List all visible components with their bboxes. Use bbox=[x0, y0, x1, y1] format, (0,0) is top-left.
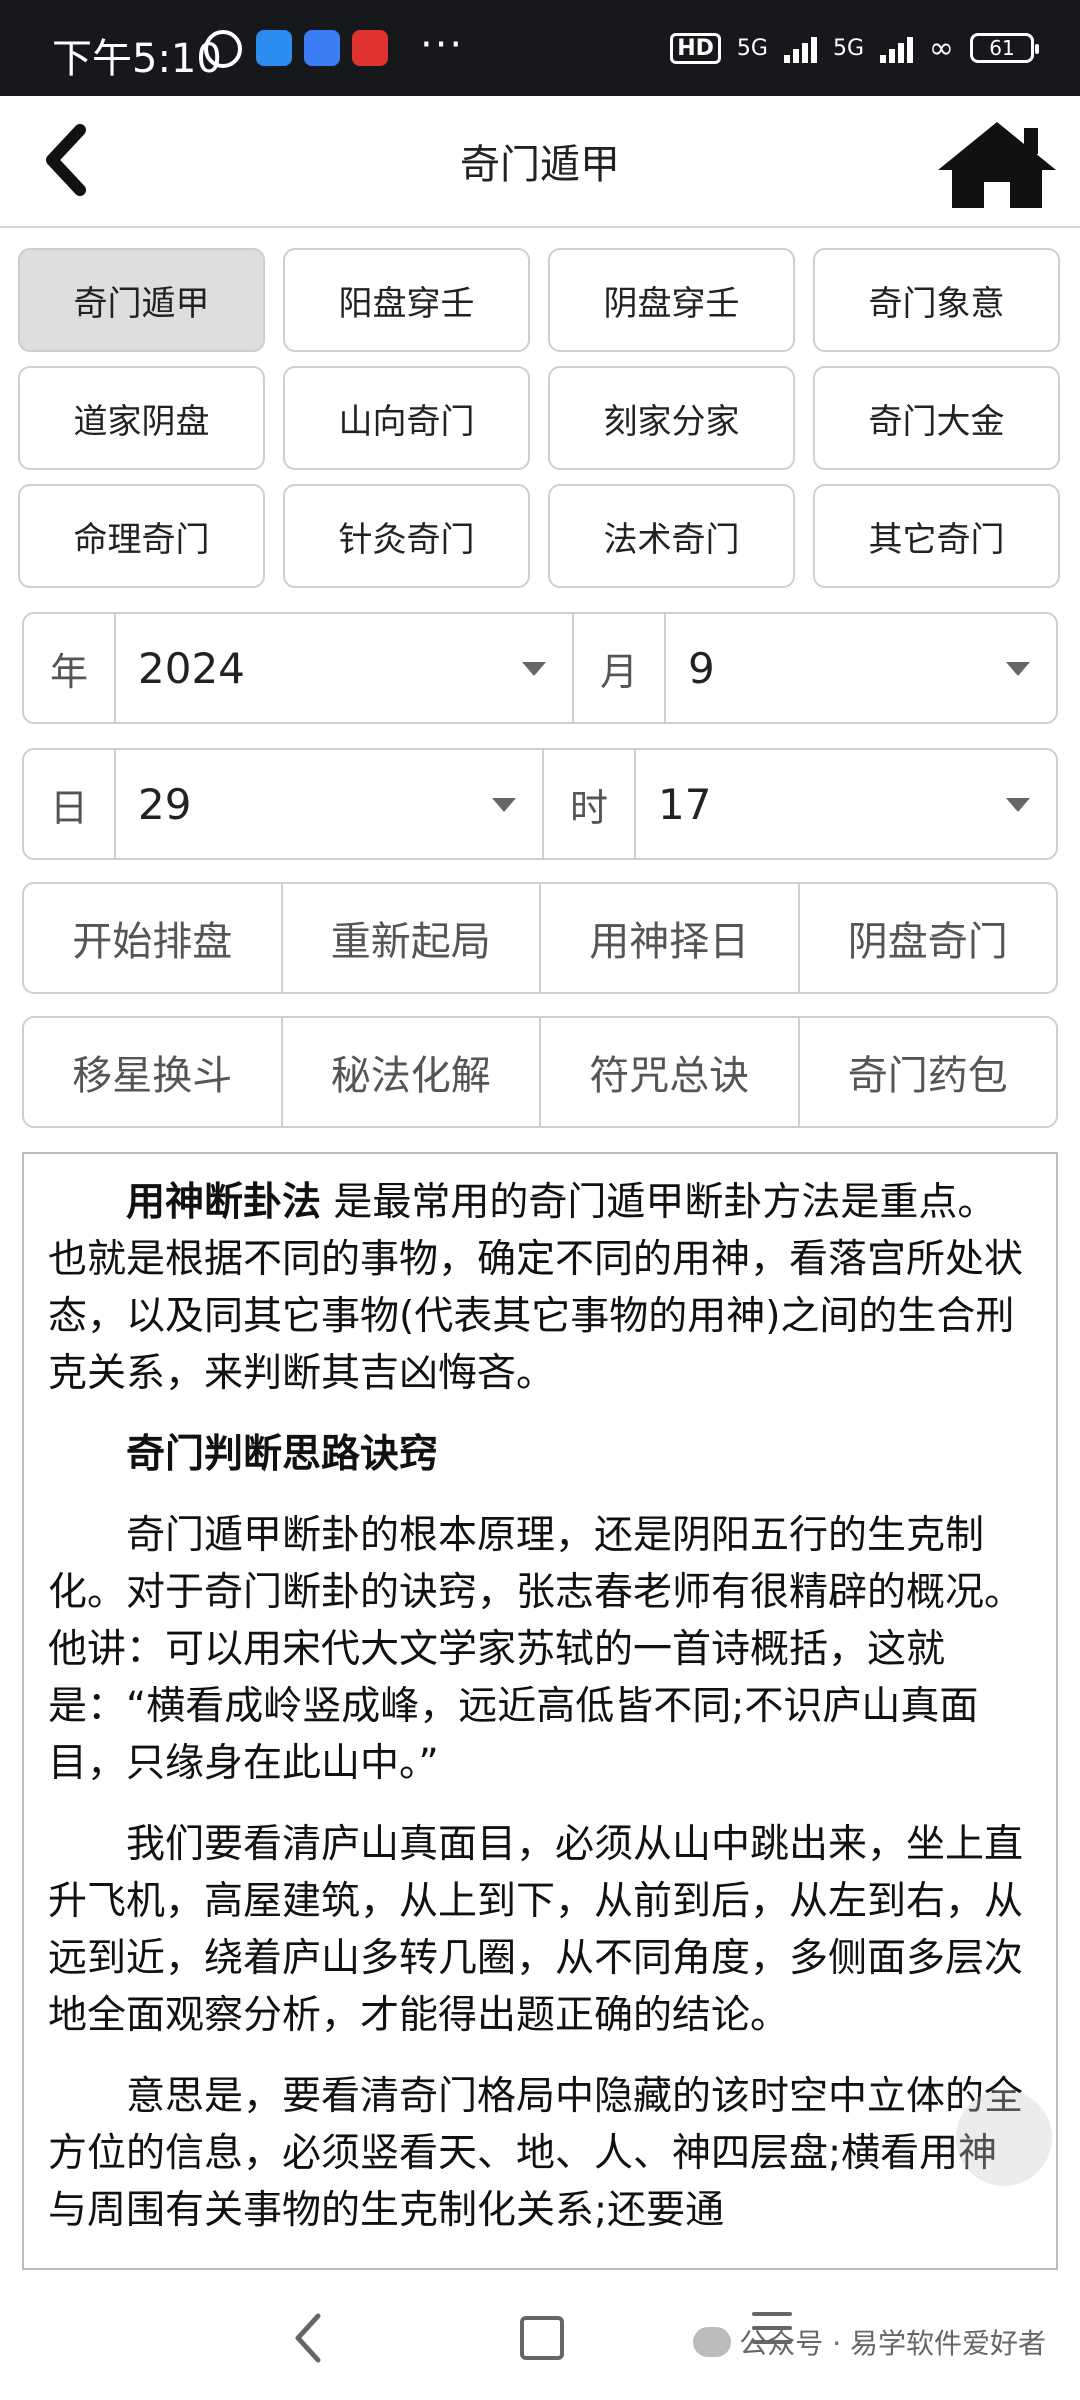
category-button[interactable]: 奇门大金 bbox=[813, 366, 1060, 470]
link-icon: ∞ bbox=[929, 30, 954, 66]
medicine-pack-button[interactable]: 奇门药包 bbox=[800, 1018, 1057, 1126]
day-label: 日 bbox=[24, 750, 116, 858]
chevron-down-icon bbox=[522, 662, 546, 676]
article-paragraph-2: 奇门遁甲断卦的根本原理，还是阴阳五行的生克制化。对于奇门断卦的诀窍，张志春老师有… bbox=[48, 1513, 1024, 1786]
date-select-button[interactable]: 用神择日 bbox=[541, 884, 800, 992]
yin-chart-button[interactable]: 阴盘奇门 bbox=[800, 884, 1057, 992]
watermark-text: 公众号 · 易学软件爱好者 bbox=[739, 2327, 1046, 2360]
day-select[interactable]: 29 bbox=[116, 750, 544, 858]
system-nav-bar: 公众号 · 易学软件爱好者 bbox=[0, 2270, 1080, 2400]
category-grid: 奇门遁甲 阳盘穿壬 阴盘穿壬 奇门象意 道家阴盘 山向奇门 刻家分家 奇门大金 … bbox=[18, 248, 1062, 588]
status-time: 下午5:10 bbox=[52, 36, 222, 82]
watermark: 公众号 · 易学软件爱好者 bbox=[693, 2322, 1046, 2362]
article-paragraph-4: 意思是，要看清奇门格局中隐藏的该时空中立体的全方位的信息，必须竖看天、地、人、神… bbox=[48, 2074, 1024, 2233]
app-header: 奇门遁甲 bbox=[0, 96, 1080, 228]
messenger-app-icon bbox=[256, 30, 292, 66]
hd-indicator: HD bbox=[670, 32, 721, 64]
day-hour-row: 日 29 时 17 bbox=[22, 748, 1058, 860]
status-bar: 下午5:10 ··· HD 5G 5G ∞ 61 bbox=[0, 0, 1080, 96]
signal-icon-2 bbox=[880, 33, 913, 63]
talisman-button[interactable]: 符咒总诀 bbox=[541, 1018, 800, 1126]
chevron-down-icon bbox=[1006, 662, 1030, 676]
alarm-icon bbox=[204, 30, 242, 68]
battery-icon: 61 bbox=[970, 33, 1039, 63]
year-month-row: 年 2024 月 9 bbox=[22, 612, 1058, 724]
year-value: 2024 bbox=[138, 643, 245, 693]
restart-button[interactable]: 重新起局 bbox=[283, 884, 541, 992]
move-star-button[interactable]: 移星换斗 bbox=[24, 1018, 283, 1126]
article-paragraph-3: 我们要看清庐山真面目，必须从山中跳出来，坐上直升飞机，高屋建筑，从上到下，从前到… bbox=[48, 1822, 1024, 2038]
hour-value: 17 bbox=[658, 779, 712, 829]
category-button[interactable]: 奇门象意 bbox=[813, 248, 1060, 352]
month-label: 月 bbox=[574, 614, 666, 722]
category-button[interactable]: 针灸奇门 bbox=[283, 484, 530, 588]
more-notifications-icon: ··· bbox=[420, 22, 465, 68]
category-button[interactable]: 阴盘穿壬 bbox=[548, 248, 795, 352]
article-paragraph-1: 用神断卦法 是最常用的奇门遁甲断卦方法是重点。也就是根据不同的事物，确定不同的用… bbox=[48, 1174, 1032, 1402]
month-select[interactable]: 9 bbox=[666, 614, 1056, 722]
page-title: 奇门遁甲 bbox=[460, 142, 620, 188]
category-button[interactable]: 阳盘穿壬 bbox=[283, 248, 530, 352]
year-label: 年 bbox=[24, 614, 116, 722]
chevron-down-icon bbox=[492, 798, 516, 812]
secret-method-button[interactable]: 秘法化解 bbox=[283, 1018, 541, 1126]
day-value: 29 bbox=[138, 779, 192, 829]
category-button[interactable]: 山向奇门 bbox=[283, 366, 530, 470]
category-button[interactable]: 奇门遁甲 bbox=[18, 248, 265, 352]
category-button[interactable]: 道家阴盘 bbox=[18, 366, 265, 470]
category-button[interactable]: 其它奇门 bbox=[813, 484, 1060, 588]
action-row-1: 开始排盘 重新起局 用神择日 阴盘奇门 bbox=[22, 882, 1058, 994]
nav-back-icon[interactable] bbox=[288, 2308, 328, 2368]
article-heading: 奇门判断思路诀窍 bbox=[126, 1432, 439, 1477]
category-button[interactable]: 刻家分家 bbox=[548, 366, 795, 470]
home-icon[interactable] bbox=[932, 116, 1062, 212]
category-button[interactable]: 命理奇门 bbox=[18, 484, 265, 588]
hour-select[interactable]: 17 bbox=[636, 750, 1056, 858]
category-button[interactable]: 法术奇门 bbox=[548, 484, 795, 588]
network-5g-2: 5G bbox=[832, 35, 864, 61]
hour-label: 时 bbox=[544, 750, 636, 858]
battery-level: 61 bbox=[989, 36, 1015, 60]
article-keyword: 用神断卦法 bbox=[126, 1180, 322, 1225]
article-content[interactable]: 用神断卦法 是最常用的奇门遁甲断卦方法是重点。也就是根据不同的事物，确定不同的用… bbox=[22, 1152, 1058, 2270]
floating-back-icon[interactable] bbox=[956, 2090, 1052, 2186]
action-row-2: 移星换斗 秘法化解 符咒总诀 奇门药包 bbox=[22, 1016, 1058, 1128]
start-chart-button[interactable]: 开始排盘 bbox=[24, 884, 283, 992]
month-value: 9 bbox=[688, 643, 715, 693]
wechat-icon bbox=[693, 2327, 732, 2357]
chevron-down-icon bbox=[1006, 798, 1030, 812]
signal-icon-1 bbox=[783, 33, 817, 63]
news-app-icon bbox=[352, 30, 388, 66]
year-select[interactable]: 2024 bbox=[116, 614, 574, 722]
network-5g-1: 5G bbox=[736, 35, 768, 61]
account-app-icon bbox=[304, 30, 340, 66]
nav-home-icon[interactable] bbox=[520, 2316, 564, 2360]
